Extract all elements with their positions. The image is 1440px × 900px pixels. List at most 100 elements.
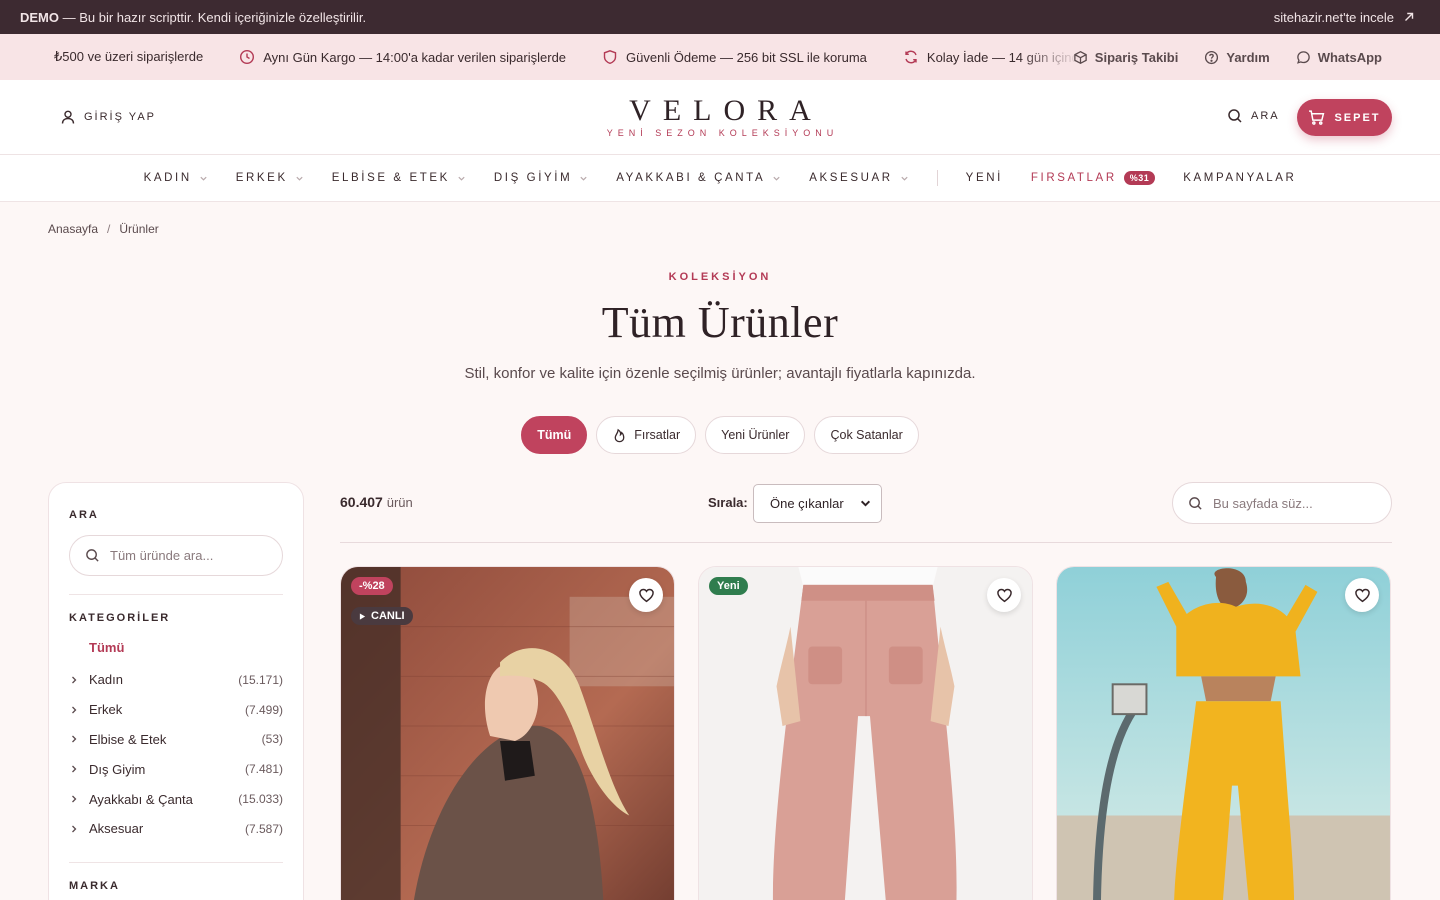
chevron-down-icon <box>458 176 465 181</box>
favorite-button[interactable] <box>629 578 663 612</box>
chevron-down-icon <box>773 176 780 181</box>
heart-icon <box>1354 588 1370 602</box>
product-count-value: 60.407 <box>340 494 383 510</box>
pill-bestsellers[interactable]: Çok Satanlar <box>814 416 919 454</box>
nav-label: ERKEK <box>235 172 288 184</box>
search-button[interactable]: ARA <box>1227 108 1280 124</box>
pill-label: Çok Satanlar <box>830 428 903 442</box>
ticker-text: Kolay İade — 14 gün içinde ücre <box>926 49 1080 65</box>
pill-all[interactable]: Tümü <box>521 416 588 454</box>
category-item[interactable]: Ayakkabı & Çanta (15.033) <box>69 784 283 814</box>
page-filter-input[interactable]: Bu sayfada süz... <box>1172 482 1392 524</box>
category-all[interactable]: Tümü <box>69 640 283 655</box>
pill-label: Fırsatlar <box>634 428 681 442</box>
demo-link[interactable]: sitehazir.net'te incele <box>1274 10 1416 25</box>
nav-item-kadin[interactable]: KADIN <box>130 172 222 184</box>
nav-item-elbise-etek[interactable]: ELBİSE & ETEK <box>318 172 480 184</box>
chevron-right-icon <box>72 736 77 743</box>
nav-item-aksesuar[interactable]: AKSESUAR <box>795 172 922 184</box>
breadcrumb: Anasayfa / Ürünler <box>48 222 159 236</box>
breadcrumb-home[interactable]: Anasayfa <box>48 222 98 236</box>
category-item[interactable]: Dış Giyim (7.481) <box>69 754 283 784</box>
favorite-button[interactable] <box>987 578 1021 612</box>
chevron-down-icon <box>580 176 587 181</box>
product-card[interactable]: Yeni <box>698 566 1033 900</box>
nav-label: KADIN <box>143 172 192 184</box>
nav-label: AYAKKABI & ÇANTA <box>616 172 766 184</box>
category-name: Ayakkabı & Çanta <box>89 791 193 807</box>
category-item[interactable]: Erkek (7.499) <box>69 695 283 725</box>
nav-item-firsatlar[interactable]: FIRSATLAR %31 <box>1017 171 1169 185</box>
shield-icon <box>603 50 617 65</box>
pill-new[interactable]: Yeni Ürünler <box>705 416 806 454</box>
product-count: 60.407 ürün <box>340 494 413 510</box>
category-name: Dış Giyim <box>89 761 146 777</box>
cart-button[interactable]: SEPET <box>1297 99 1392 136</box>
chevron-right-icon <box>72 795 77 803</box>
filter-pills: Tümü Fırsatlar Yeni Ürünler Çok Satanlar <box>0 416 1440 454</box>
ticker-track: ₺500 ve üzeri siparişlerde Aynı Gün Karg… <box>0 49 1080 65</box>
main-nav: KADIN ERKEK ELBİSE & ETEK DIŞ GİYİM AYAK… <box>0 155 1440 202</box>
nav-label: ELBİSE & ETEK <box>331 172 450 184</box>
nav-item-ayakkabi-canta[interactable]: AYAKKABI & ÇANTA <box>602 172 795 184</box>
hero-eyebrow: KOLEKSİYON <box>668 271 772 283</box>
live-badge: CANLI <box>351 607 413 625</box>
ticker-item: Güvenli Ödeme — 256 bit SSL ile koruma <box>602 49 867 65</box>
cart-icon <box>1309 110 1325 125</box>
chevron-down-icon <box>901 176 908 181</box>
category-item[interactable]: Kadın (15.171) <box>69 665 283 695</box>
product-image <box>699 567 1032 900</box>
deals-badge: %31 <box>1123 171 1156 185</box>
pill-deals[interactable]: Fırsatlar <box>596 416 697 454</box>
nav-item-dis-giyim[interactable]: DIŞ GİYİM <box>480 172 602 184</box>
ticker-text: Güvenli Ödeme — 256 bit SSL ile koruma <box>626 49 867 65</box>
category-name: Erkek <box>89 702 123 718</box>
sort-select[interactable]: Öne çıkanlar <box>753 484 882 523</box>
chevron-down-icon <box>860 500 871 507</box>
category-count: (7.587) <box>244 821 283 836</box>
product-image <box>1057 567 1390 900</box>
chevron-right-icon <box>72 706 77 714</box>
chevron-down-icon <box>200 176 207 181</box>
chat-icon <box>1296 50 1310 64</box>
whatsapp-label: WhatsApp <box>1317 49 1382 65</box>
order-tracking-link[interactable]: Sipariş Takibi <box>1073 50 1178 65</box>
sidebar-search-input[interactable]: Tüm üründe ara... <box>69 535 283 576</box>
divider <box>340 542 1392 543</box>
whatsapp-link[interactable]: WhatsApp <box>1296 50 1382 65</box>
heart-icon <box>996 588 1012 602</box>
brand-logo[interactable]: VELORA YENİ SEZON KOLEKSİYONU <box>0 94 1440 138</box>
search-icon <box>1228 109 1242 123</box>
favorite-button[interactable] <box>1345 578 1379 612</box>
nav-label: DIŞ GİYİM <box>493 172 573 184</box>
product-count-unit: ürün <box>386 495 413 510</box>
category-item[interactable]: Elbise & Etek (53) <box>69 725 283 755</box>
ticker-item: Kolay İade — 14 gün içinde ücre <box>903 49 1080 65</box>
chevron-down-icon <box>296 176 303 181</box>
ticker-item: Aynı Gün Kargo — 14:00'a kadar verilen s… <box>239 49 566 65</box>
product-card[interactable]: -%28 CANLI <box>340 566 675 900</box>
page-filter-placeholder: Bu sayfada süz... <box>1213 495 1313 511</box>
demo-bar: DEMO — Bu bir hazır scripttir. Kendi içe… <box>0 0 1440 34</box>
category-count: (7.499) <box>244 702 283 717</box>
nav-label: KAMPANYALAR <box>1183 172 1297 184</box>
box-icon <box>1074 50 1087 64</box>
breadcrumb-separator: / <box>107 222 111 236</box>
flame-icon <box>614 428 625 442</box>
nav-item-yeni[interactable]: YENİ <box>952 172 1017 184</box>
demo-notice: DEMO — Bu bir hazır scripttir. Kendi içe… <box>20 10 366 25</box>
product-card[interactable] <box>1056 566 1391 900</box>
ticker-text: Aynı Gün Kargo — 14:00'a kadar verilen s… <box>263 49 567 65</box>
pill-label: Tümü <box>537 428 572 442</box>
category-name: Aksesuar <box>89 821 144 837</box>
breadcrumb-current: Ürünler <box>119 222 159 236</box>
category-item[interactable]: Aksesuar (7.587) <box>69 814 283 844</box>
demo-label: DEMO <box>20 9 59 25</box>
nav-item-kampanyalar[interactable]: KAMPANYALAR <box>1169 172 1310 184</box>
divider <box>69 861 283 863</box>
new-badge: Yeni <box>709 577 748 595</box>
site-header: GİRİŞ YAP VELORA YENİ SEZON KOLEKSİYONU … <box>0 80 1440 155</box>
search-label: ARA <box>1251 110 1280 122</box>
nav-item-erkek[interactable]: ERKEK <box>222 172 318 184</box>
help-link[interactable]: Yardım <box>1204 50 1270 65</box>
